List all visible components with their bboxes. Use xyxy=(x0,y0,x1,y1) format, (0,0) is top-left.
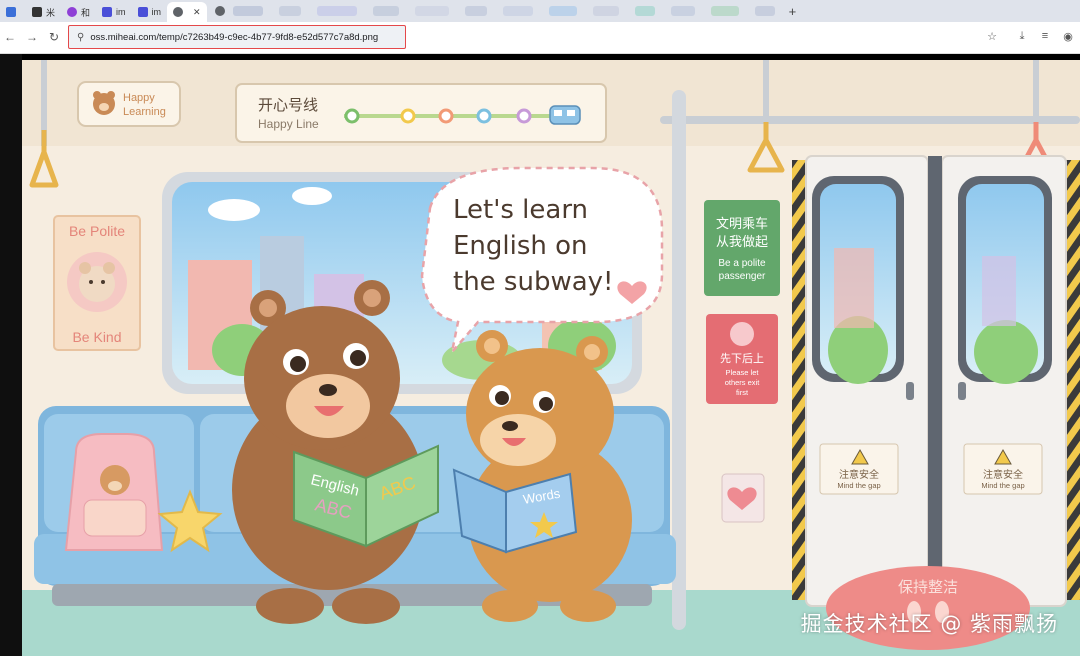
speech-line-2: English on xyxy=(453,231,588,261)
person-icon xyxy=(730,322,754,346)
gap-cn: 注意安全 xyxy=(983,468,1023,481)
site-info-icon[interactable]: ⚲ xyxy=(77,32,84,43)
subway-illustration: Happy Learning 开心号线 Happy Line Be Polite… xyxy=(22,60,1080,656)
tab-title: im xyxy=(151,7,162,17)
courtesy-sign: 文明乘车 从我做起 Be a polite passenger xyxy=(704,200,780,296)
window-icon xyxy=(6,7,16,17)
app-icon xyxy=(137,7,148,17)
speech-line-3: the subway! xyxy=(453,267,613,297)
gap-en: Mind the gap xyxy=(837,481,880,490)
blurred-tab[interactable] xyxy=(634,6,655,16)
speech-line-1: Let's learn xyxy=(453,195,588,225)
train-doors: 注意安全 Mind the gap 注意安全 Mind the gap xyxy=(792,155,1080,607)
exit-first-sign: 先下后上 Please let others exit first xyxy=(706,314,778,404)
forward-icon[interactable]: → xyxy=(24,30,40,44)
translate-icon[interactable]: ≡ xyxy=(1037,30,1053,42)
exit-en-1: Please let xyxy=(726,368,760,377)
route-map-sign: 开心号线 Happy Line xyxy=(235,83,607,143)
poster-top: Be Polite xyxy=(69,223,125,239)
blurred-tab[interactable] xyxy=(372,6,399,16)
mind-gap-sign-left: 注意安全 Mind the gap xyxy=(819,443,899,495)
courtesy-en-2: passenger xyxy=(719,271,766,282)
tab-0[interactable] xyxy=(0,2,26,22)
poster-bottom: Be Kind xyxy=(72,329,121,345)
new-tab-icon[interactable]: + xyxy=(789,4,797,19)
globe-icon xyxy=(173,7,184,17)
app-icon xyxy=(102,7,113,17)
happy-learning-sign: Happy Learning xyxy=(77,81,181,127)
blurred-tab[interactable] xyxy=(414,6,449,16)
address-bar[interactable]: ⚲ oss.miheai.com/temp/c7263b49-c9ec-4b77… xyxy=(68,25,406,49)
page-viewport: Happy Learning 开心号线 Happy Line Be Polite… xyxy=(0,54,1080,656)
courtesy-en-1: Be a polite xyxy=(718,258,766,269)
gap-en: Mind the gap xyxy=(981,481,1024,490)
mind-gap-sign-right: 注意安全 Mind the gap xyxy=(963,443,1043,495)
watermark: 掘金技术社区 @ 紫雨飘扬 xyxy=(800,612,1058,636)
route-en: Happy Line xyxy=(258,117,319,131)
close-tab-icon[interactable]: ✕ xyxy=(193,7,201,18)
route-cn: 开心号线 xyxy=(258,96,318,114)
blurred-tab[interactable] xyxy=(710,6,739,16)
blurred-tab[interactable] xyxy=(278,6,301,16)
back-icon[interactable]: ← xyxy=(2,30,18,44)
exit-en-2: others exit xyxy=(725,378,761,387)
left-dark-margin xyxy=(0,54,22,656)
blurred-tab[interactable] xyxy=(502,6,533,16)
blurred-tab[interactable] xyxy=(592,6,619,16)
be-polite-poster: Be Polite Be Kind xyxy=(53,215,141,351)
doc-icon xyxy=(32,7,42,17)
blurred-tab[interactable] xyxy=(670,6,695,16)
tab-title: im xyxy=(116,7,126,17)
brand-line-2: Learning xyxy=(123,106,166,118)
blurred-tab[interactable] xyxy=(754,6,775,16)
blurred-tab[interactable] xyxy=(316,6,357,16)
download-icon[interactable]: ⤓ xyxy=(1014,30,1030,43)
tab-title: 米 xyxy=(46,7,56,18)
blurred-tab[interactable] xyxy=(548,6,577,16)
blurred-tab[interactable] xyxy=(464,6,487,16)
exit-cn: 先下后上 xyxy=(720,352,764,365)
profile-icon[interactable]: ◉ xyxy=(1060,30,1076,43)
tab-3[interactable]: im xyxy=(96,2,132,22)
brand-line-1: Happy xyxy=(123,92,155,104)
tab-title: 和 xyxy=(81,7,91,18)
pink-backpack xyxy=(64,433,164,551)
ai-icon xyxy=(67,7,78,17)
globe-icon xyxy=(214,6,225,16)
floor-cn: 保持整洁 xyxy=(898,578,958,596)
tab-active[interactable]: ✕ xyxy=(167,2,207,22)
courtesy-cn-2: 从我做起 xyxy=(716,235,768,250)
bookmark-star-icon[interactable]: ☆ xyxy=(984,30,1000,43)
address-url[interactable]: oss.miheai.com/temp/c7263b49-c9ec-4b77-9… xyxy=(90,32,378,43)
tab-strip: 米 和 im im ✕ + xyxy=(0,0,1080,22)
courtesy-cn-1: 文明乘车 xyxy=(716,216,768,232)
tab-1[interactable]: 米 xyxy=(26,2,61,22)
toolbar: ← → ↻ ⚲ oss.miheai.com/temp/c7263b49-c9e… xyxy=(0,22,1080,54)
reload-icon[interactable]: ↻ xyxy=(46,30,62,44)
tab-2[interactable]: 和 xyxy=(61,2,96,22)
blurred-tab[interactable] xyxy=(232,6,263,16)
exit-en-3: first xyxy=(736,388,749,397)
gap-cn: 注意安全 xyxy=(839,468,879,481)
tab-4[interactable]: im xyxy=(132,2,168,22)
